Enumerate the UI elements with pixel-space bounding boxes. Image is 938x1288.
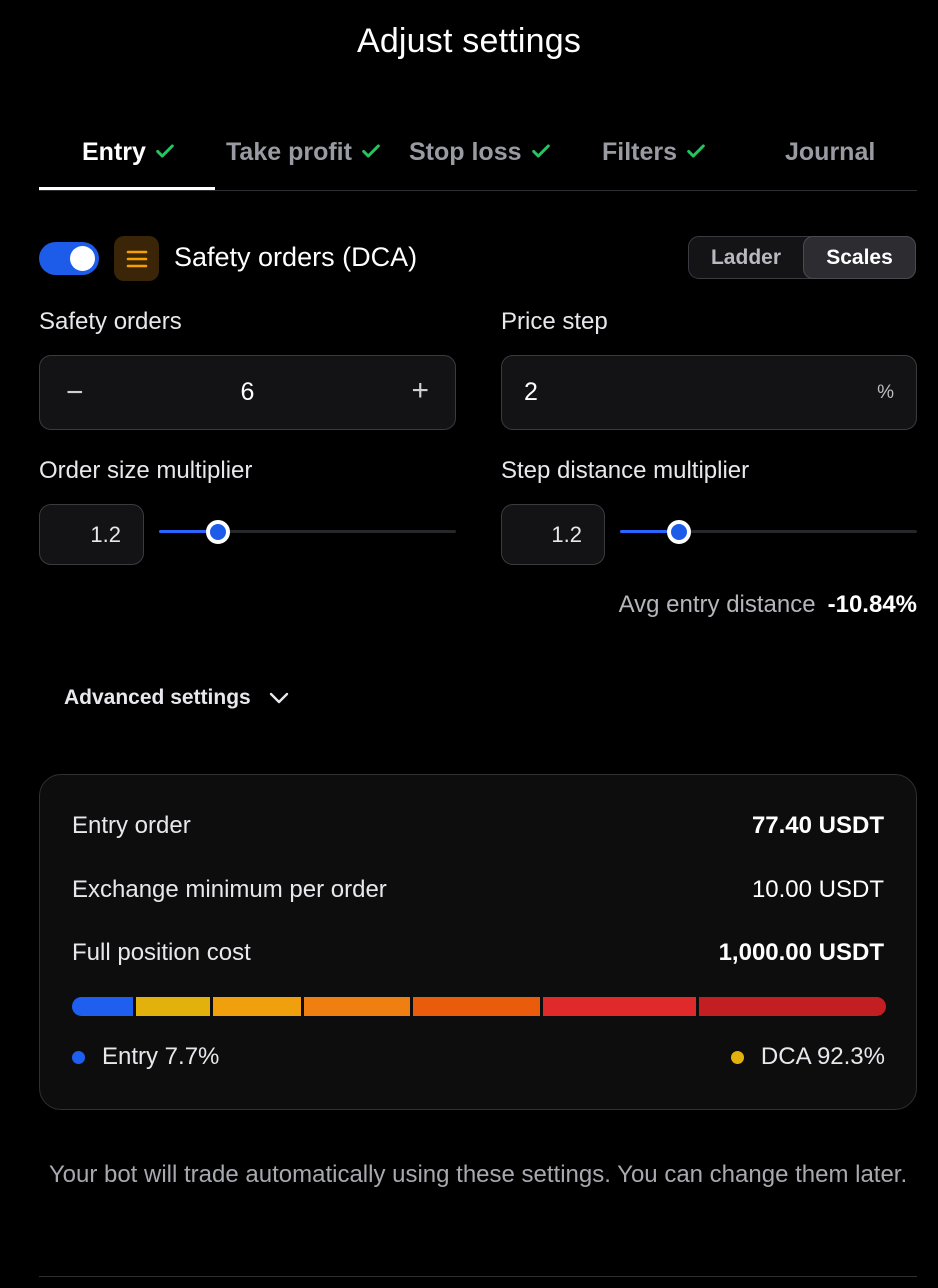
safety-orders-label: Safety orders [39,308,182,335]
check-icon [687,144,705,158]
summary-card: Entry order 77.40 USDT Exchange minimum … [39,774,917,1110]
entry-order-value: 77.40 USDT [751,812,884,839]
tab-filters[interactable]: Filters [602,130,707,190]
tab-label: Filters [602,138,678,166]
mode-switch: Ladder Scales [688,236,916,279]
active-tab-indicator [39,187,215,190]
order-size-slider[interactable] [159,520,456,544]
advanced-settings-toggle[interactable]: Advanced settings [64,686,289,710]
allocation-segment [543,997,696,1016]
step-distance-multiplier-value: 1.2 [551,522,582,547]
order-size-multiplier-value: 1.2 [90,522,121,547]
divider [39,1276,917,1277]
allocation-segment [72,997,134,1016]
chevron-down-icon [269,692,288,704]
plus-button[interactable]: + [411,376,429,406]
exchange-minimum-label: Exchange minimum per order [72,876,387,903]
entry-order-row: Entry order 77.40 USDT [72,812,884,840]
safety-orders-value[interactable]: 6 [40,378,455,407]
allocation-segment [303,997,410,1016]
tab-label: Journal [785,138,876,166]
price-step-value: 2 [524,378,538,406]
step-distance-slider[interactable] [620,520,917,544]
avg-entry-value: -10.84% [827,591,917,618]
tab-label: Stop loss [409,138,522,166]
tab-bar: Entry Take profit Stop loss Filters Jour… [39,130,917,191]
legend-dca-label: DCA 92.3% [760,1043,885,1070]
entry-order-label: Entry order [72,812,191,839]
mode-ladder-button[interactable]: Ladder [689,237,803,278]
slider-thumb[interactable] [206,520,231,544]
exchange-minimum-value: 10.00 USDT [751,876,884,903]
tab-label: Take profit [226,138,352,166]
legend-dot [730,1050,744,1064]
check-icon [156,144,174,158]
step-distance-multiplier-input[interactable]: 1.2 [501,504,605,565]
dca-toggle[interactable] [39,242,99,275]
allocation-segment [412,997,541,1016]
percent-unit: % [877,382,894,403]
tab-entry[interactable]: Entry [82,130,176,190]
advanced-settings-label: Advanced settings [64,686,251,709]
tab-stop-loss[interactable]: Stop loss [409,130,552,190]
legend-dot [72,1050,85,1064]
lines-icon [114,236,159,281]
allocation-segment [698,997,886,1016]
slider-thumb[interactable] [667,520,692,544]
full-position-cost-value: 1,000.00 USDT [718,939,884,966]
safety-orders-stepper: − 6 + [39,355,456,430]
step-distance-multiplier-label: Step distance multiplier [501,457,750,484]
avg-entry-label: Avg entry distance [618,591,816,618]
legend-entry-label: Entry 7.7% [102,1043,220,1070]
exchange-minimum-row: Exchange minimum per order 10.00 USDT [72,876,884,904]
allocation-segment [212,997,301,1016]
dca-label: Safety orders (DCA) [174,242,418,272]
full-position-cost-label: Full position cost [72,939,251,966]
legend-entry: Entry 7.7% [72,1043,219,1071]
price-step-field[interactable]: 2 % [501,355,917,430]
tab-take-profit[interactable]: Take profit [226,130,382,190]
check-icon [362,144,380,158]
check-icon [531,144,550,158]
page-title: Adjust settings [356,22,582,60]
toggle-knob [70,246,95,271]
order-size-multiplier-label: Order size multiplier [39,457,253,484]
footnote: Your bot will trade automatically using … [48,1161,908,1188]
mode-scales-button[interactable]: Scales [803,236,916,279]
avg-entry-distance: Avg entry distance -10.84% [619,591,917,619]
tab-label: Entry [82,138,146,166]
tab-journal[interactable]: Journal [785,130,875,190]
full-position-cost-row: Full position cost 1,000.00 USDT [72,939,884,967]
price-step-label: Price step [501,308,608,335]
allocation-segment [136,997,210,1016]
allocation-bar [72,997,886,1016]
legend-dca: DCA 92.3% [730,1043,885,1071]
order-size-multiplier-input[interactable]: 1.2 [39,504,144,565]
